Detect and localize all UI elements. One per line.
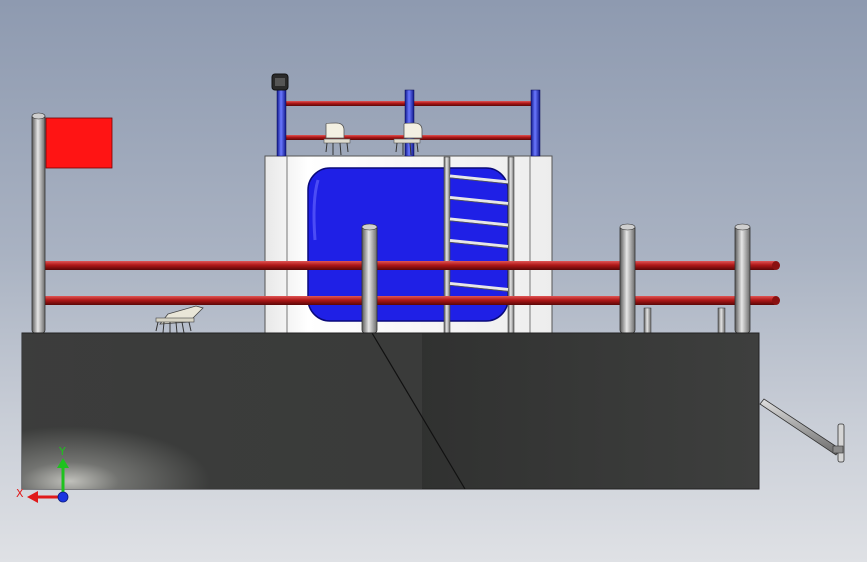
roof-post-left: [276, 87, 287, 157]
x-axis-label: X: [16, 487, 24, 500]
deck-post-center: [361, 224, 378, 334]
propeller: [759, 398, 845, 463]
deck-rail-bottom: [35, 296, 778, 305]
flag-cloth: [45, 117, 113, 169]
z-axis: [57, 491, 69, 503]
roof-railing: [271, 73, 541, 157]
propeller-shaft: [759, 398, 841, 456]
cad-viewport[interactable]: Y X: [0, 0, 867, 562]
roof-seat-left: [323, 122, 351, 156]
flag-pole: [31, 113, 46, 334]
hull: [21, 332, 760, 490]
flag: [45, 117, 113, 169]
deck-post-right-2: [734, 224, 751, 334]
deck-rail-top: [35, 261, 778, 270]
deck-post-right-1: [619, 224, 636, 334]
propeller-blade: [837, 423, 845, 463]
roof-post-right: [530, 89, 541, 157]
deck-chair: [155, 305, 204, 334]
y-axis-label: Y: [58, 445, 66, 458]
